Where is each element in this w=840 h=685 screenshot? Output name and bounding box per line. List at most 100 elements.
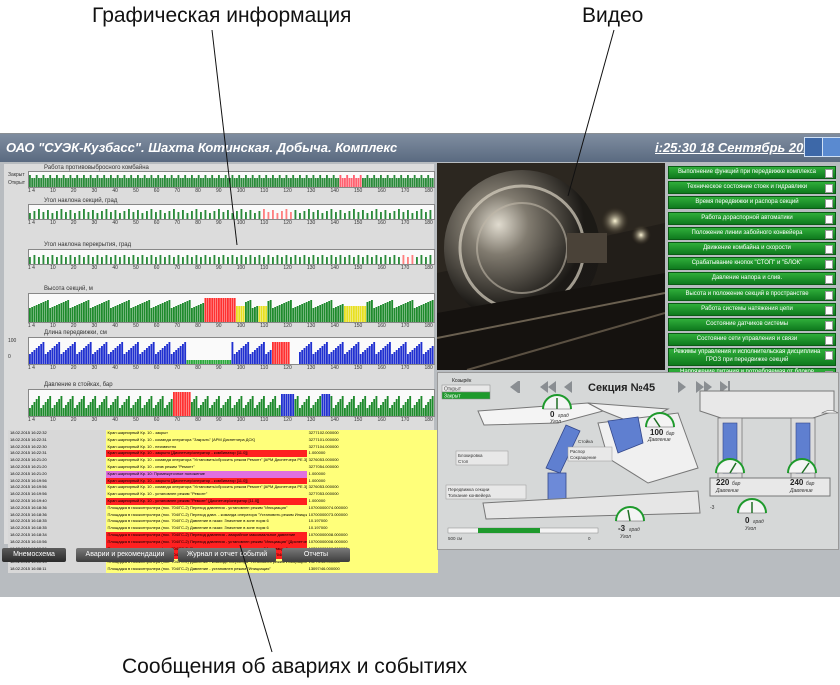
tab-alarms[interactable]: Аварии и рекомендации [76, 548, 174, 562]
chart-mark [69, 175, 72, 187]
event-code: 3277053.000000 [306, 491, 438, 498]
chart-mark [92, 178, 94, 187]
nav-prev-icon[interactable] [564, 381, 572, 393]
chart-mark [249, 399, 252, 416]
chart-mark [290, 257, 292, 264]
chart-mark [157, 402, 160, 416]
tick-label: 110 [260, 323, 269, 329]
menu-icon[interactable] [822, 137, 840, 157]
chart-mark [69, 346, 72, 364]
event-row[interactable]: 18.02.2015 16:22:32 Кран шарнирный Кр. 10… [8, 430, 438, 437]
chart-mark [177, 348, 180, 364]
chart-mark [227, 399, 229, 416]
event-row[interactable]: 18.02.2015 16:19:40 Кран шарнирный Кр. 10… [8, 497, 438, 505]
menu-item[interactable]: Высота и положение секций в пространстве [668, 287, 836, 301]
chart-mark [206, 360, 209, 364]
chart-mark [276, 213, 279, 219]
chart-mark [281, 178, 283, 187]
nav-prev-fast-icon[interactable] [540, 381, 556, 393]
chart-mark [359, 306, 362, 322]
menu-item[interactable]: Положение линии забойного конвейера [668, 226, 836, 240]
tab-reports[interactable]: Отчеты [282, 548, 350, 562]
event-row[interactable]: 18.02.2015 16:18:36 Площадка в газоконтро… [8, 511, 438, 519]
menu-item[interactable]: Давление напора и слив. [668, 272, 836, 286]
event-row[interactable]: 18.02.2015 16:22:31 Кран шарнирный Кр. 10… [8, 450, 438, 458]
event-row[interactable]: 18.02.2015 16:18:35 Площадка в газоконтро… [8, 525, 438, 532]
chart-mark [335, 178, 337, 187]
menu-item[interactable]: Движение комбайна и скорости [668, 241, 836, 255]
window-icon[interactable] [804, 137, 824, 157]
chart-mark [101, 346, 103, 364]
chart-mark [78, 178, 81, 187]
chart-mark [326, 211, 328, 219]
chart-mark [321, 178, 324, 187]
event-row[interactable]: 18.02.2015 16:21:20 Кран шарнирный Кр. 10… [8, 463, 438, 471]
chart-mark [256, 306, 259, 322]
chart-mark [128, 300, 130, 322]
chart-mark [229, 178, 232, 187]
menu-item-label: Высота и положение секций в пространстве [685, 290, 809, 297]
chart-mark [76, 354, 79, 364]
nav-next-icon[interactable] [678, 381, 686, 393]
chart-mark [260, 306, 263, 322]
chart-mark [202, 178, 205, 187]
nav-first-icon[interactable] [510, 381, 520, 393]
tick-label: 1 4 [28, 365, 35, 371]
menu-item[interactable]: Время передвижки и распора секций [668, 196, 836, 210]
chart-mark [386, 396, 389, 416]
tab-journal[interactable]: Журнал и отчет событий [178, 548, 276, 562]
event-row[interactable]: 18.02.2015 16:22:30 Кран шарнирный Кр. 10… [8, 443, 438, 451]
event-row[interactable]: 18.02.2015 16:19:56 Кран шарнирный Кр. 10… [8, 477, 438, 485]
menu-item[interactable]: Техническое состояние стоек и гидравлики [668, 181, 836, 195]
tick-label: 70 [174, 265, 181, 271]
chart-mark [33, 178, 36, 187]
tick-label: 20 [70, 265, 77, 271]
menu-item[interactable]: Выполнение функций при передвижке компле… [668, 166, 836, 179]
chart-mark [339, 344, 342, 364]
event-row[interactable]: 18.02.2015 16:22:31 Кран шарнирный Кр. 10… [8, 436, 438, 444]
menu-item[interactable]: Срабатывание кнопок "СТОП" и "БЛОК" [668, 257, 836, 271]
gauge-bottom-left-label: -3 [710, 505, 715, 511]
tab-mnemonic[interactable]: Мнемосхема [2, 548, 66, 562]
event-row[interactable]: 18.02.2015 16:21:20 Кран шарнирный Кр. 10… [8, 457, 438, 464]
video-feed[interactable] [437, 163, 665, 370]
event-row[interactable]: 18.02.2015 16:10:56Площадка в газоконтро… [8, 538, 438, 546]
event-row[interactable]: 18.02.2015 16:18:35 Площадка в газоконтро… [8, 518, 438, 526]
chart-mark [94, 306, 97, 322]
event-row[interactable]: 18.02.2015 16:19:56 Кран шарнирный Кр. 10… [8, 484, 438, 492]
menu-item[interactable]: Работа системы натяжения цепи [668, 302, 836, 316]
menu-item-label: Давление напора и слив. [711, 275, 783, 282]
chart-mark [341, 342, 344, 364]
chart-mark [321, 304, 324, 322]
menu-item[interactable]: Состояние датчиков системы [668, 317, 836, 331]
tick-label: 150 [353, 188, 363, 194]
event-row[interactable]: 18.02.2015 16:21:20 Кран шарнирный Кр. 10… [8, 470, 438, 478]
event-row[interactable]: 18.02.2015 16:18:36 Площадка в газоконтро… [8, 504, 438, 512]
canopy-open[interactable]: Открыт [444, 387, 462, 393]
chart-mark [231, 175, 234, 187]
menu-item[interactable]: Режимы управления и исполнительская дисц… [668, 348, 836, 367]
chart-mark [265, 408, 268, 416]
chart-mark [94, 178, 97, 187]
window-title: ОАО "СУЭК-Кузбасс". Шахта Котинская. Доб… [6, 140, 398, 155]
menu-item[interactable]: Работа дораспорной автоматики [668, 211, 836, 225]
event-row[interactable]: 18.02.2015 16:08:11 Площадка в газоконтро… [8, 565, 438, 573]
chart-mark [247, 178, 250, 187]
canopy-closed[interactable]: Закрыт [444, 394, 461, 400]
events-log[interactable]: 18.02.2015 16:22:32 Кран шарнирный Кр. 10… [8, 430, 438, 573]
event-date: 18.02.2015 16:22:32 [8, 430, 106, 437]
chart-mark [431, 178, 434, 187]
tick-label: 40 [112, 188, 118, 194]
chart-mark [418, 178, 421, 187]
tick-label: 170 [400, 323, 410, 329]
chart-mark [335, 257, 337, 264]
chart-mark [31, 405, 34, 416]
scale-left: 500 см [448, 536, 462, 541]
event-row[interactable]: 18.02.2015 16:18:34 Площадка в газоконтро… [8, 531, 438, 539]
chart-mark [323, 394, 326, 416]
event-row[interactable]: 18.02.2015 16:19:56 Кран шарнирный Кр. 10… [8, 491, 438, 498]
chart-mark [398, 257, 400, 264]
menu-item[interactable]: Состояние сети управления и связи [668, 333, 836, 347]
chart-mark [283, 303, 286, 322]
chart-mark [314, 307, 317, 322]
